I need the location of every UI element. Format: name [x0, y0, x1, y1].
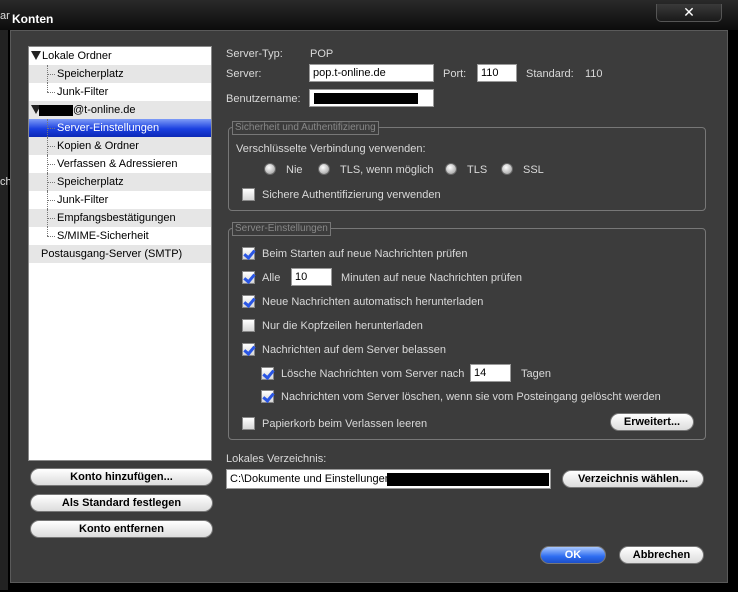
redacted-path [387, 473, 549, 486]
check-every-label: Alle [262, 272, 281, 284]
check-interval-suffix: Minuten auf neue Nachrichten prüfen [341, 272, 523, 284]
standard-port-label: Standard: [526, 68, 574, 80]
tree-item-smtp[interactable]: Postausgang-Server (SMTP) [29, 245, 211, 263]
headers-only-label: Nur die Kopfzeilen herunterladen [262, 320, 423, 332]
port-input[interactable]: 110 [477, 64, 517, 82]
radio-ssl-label: SSL [523, 164, 544, 176]
advanced-button[interactable]: Erweitert... [610, 413, 694, 431]
secure-auth-checkbox[interactable] [242, 188, 255, 201]
tree-item-junk-local[interactable]: Junk-Filter [29, 83, 211, 101]
username-input[interactable] [309, 89, 434, 107]
server-type-value: POP [310, 48, 334, 60]
radio-tls[interactable] [445, 163, 457, 175]
tree-item-smime[interactable]: S/MIME-Sicherheit [29, 227, 211, 245]
cancel-button[interactable]: Abbrechen [619, 546, 704, 564]
delete-when-removed-label: Nachrichten vom Server löschen, wenn sie… [281, 391, 661, 403]
local-dir-label: Lokales Verzeichnis: [226, 453, 327, 465]
title-bar[interactable]: Konten ✕ [0, 0, 738, 30]
set-default-button[interactable]: Als Standard festlegen [30, 494, 213, 512]
tree-item-account[interactable]: @t-online.de [29, 101, 211, 119]
check-interval-input[interactable]: 10 [291, 268, 332, 286]
server-input[interactable]: pop.t-online.de [309, 64, 434, 82]
choose-directory-button[interactable]: Verzeichnis wählen... [562, 470, 704, 488]
expand-triangle-icon[interactable] [31, 51, 41, 60]
account-tree[interactable]: Lokale Ordner Speicherplatz Junk-Filter … [28, 46, 212, 461]
tree-item-local-folders[interactable]: Lokale Ordner [29, 47, 211, 65]
radio-tls-label: TLS [467, 164, 488, 176]
radio-ssl[interactable] [501, 163, 513, 175]
ok-button[interactable]: OK [540, 546, 606, 564]
standard-port-value: 110 [585, 68, 603, 80]
background-text: ar [0, 10, 10, 22]
leave-on-server-checkbox[interactable] [242, 343, 255, 356]
check-on-start-label: Beim Starten auf neue Nachrichten prüfen [262, 248, 468, 260]
server-type-label: Server-Typ: [226, 48, 283, 60]
local-dir-input[interactable]: C:\Dokumente und Einstellungen\ [226, 469, 551, 489]
radio-tls-if-possible-label: TLS, wenn möglich [340, 164, 434, 176]
redacted-username [39, 105, 73, 116]
add-account-button[interactable]: Konto hinzufügen... [30, 468, 213, 486]
delete-after-checkbox[interactable] [261, 367, 274, 380]
radio-never[interactable] [264, 163, 276, 175]
tree-item-receipts[interactable]: Empfangsbestätigungen [29, 209, 211, 227]
delete-when-removed-checkbox[interactable] [261, 390, 274, 403]
auto-download-label: Neue Nachrichten automatisch herunterlad… [262, 296, 484, 308]
tree-item-copies-folders[interactable]: Kopien & Ordner [29, 137, 211, 155]
tree-item-server-settings[interactable]: Server-Einstellungen [29, 119, 211, 137]
delete-after-label: Lösche Nachrichten vom Server nach [281, 368, 465, 380]
tree-item-junk[interactable]: Junk-Filter [29, 191, 211, 209]
window: Konten ✕ ar ch Lokale Ordner Speicherpla… [0, 0, 738, 592]
server-label: Server: [226, 68, 262, 80]
close-button[interactable]: ✕ [656, 4, 722, 22]
remove-account-button[interactable]: Konto entfernen [30, 520, 213, 538]
username-label: Benutzername: [226, 93, 301, 105]
delete-after-suffix: Tagen [521, 368, 551, 380]
delete-after-days-input[interactable]: 14 [470, 364, 511, 382]
close-icon: ✕ [683, 4, 695, 20]
headers-only-checkbox[interactable] [242, 319, 255, 332]
radio-never-label: Nie [286, 164, 303, 176]
tree-item-storage-local[interactable]: Speicherplatz [29, 65, 211, 83]
redacted-username [314, 93, 418, 104]
tree-item-storage[interactable]: Speicherplatz [29, 173, 211, 191]
encryption-label: Verschlüsselte Verbindung verwenden: [236, 143, 426, 155]
empty-trash-checkbox[interactable] [242, 417, 255, 430]
server-settings-group-title: Server-Einstellungen [232, 222, 331, 236]
auto-download-checkbox[interactable] [242, 295, 255, 308]
port-label: Port: [443, 68, 467, 80]
local-dir-value: C:\Dokumente und Einstellungen\ [230, 473, 394, 485]
security-group-title: Sicherheit und Authentifizierung [232, 121, 379, 135]
tree-item-composition[interactable]: Verfassen & Adressieren [29, 155, 211, 173]
check-on-start-checkbox[interactable] [242, 247, 255, 260]
leave-on-server-label: Nachrichten auf dem Server belassen [262, 344, 447, 356]
window-title: Konten [12, 12, 54, 26]
empty-trash-label: Papierkorb beim Verlassen leeren [262, 418, 428, 430]
background-window-edge: ar ch [0, 10, 12, 590]
secure-auth-label: Sichere Authentifizierung verwenden [262, 189, 441, 201]
check-every-checkbox[interactable] [242, 271, 255, 284]
radio-tls-if-possible[interactable] [318, 163, 330, 175]
